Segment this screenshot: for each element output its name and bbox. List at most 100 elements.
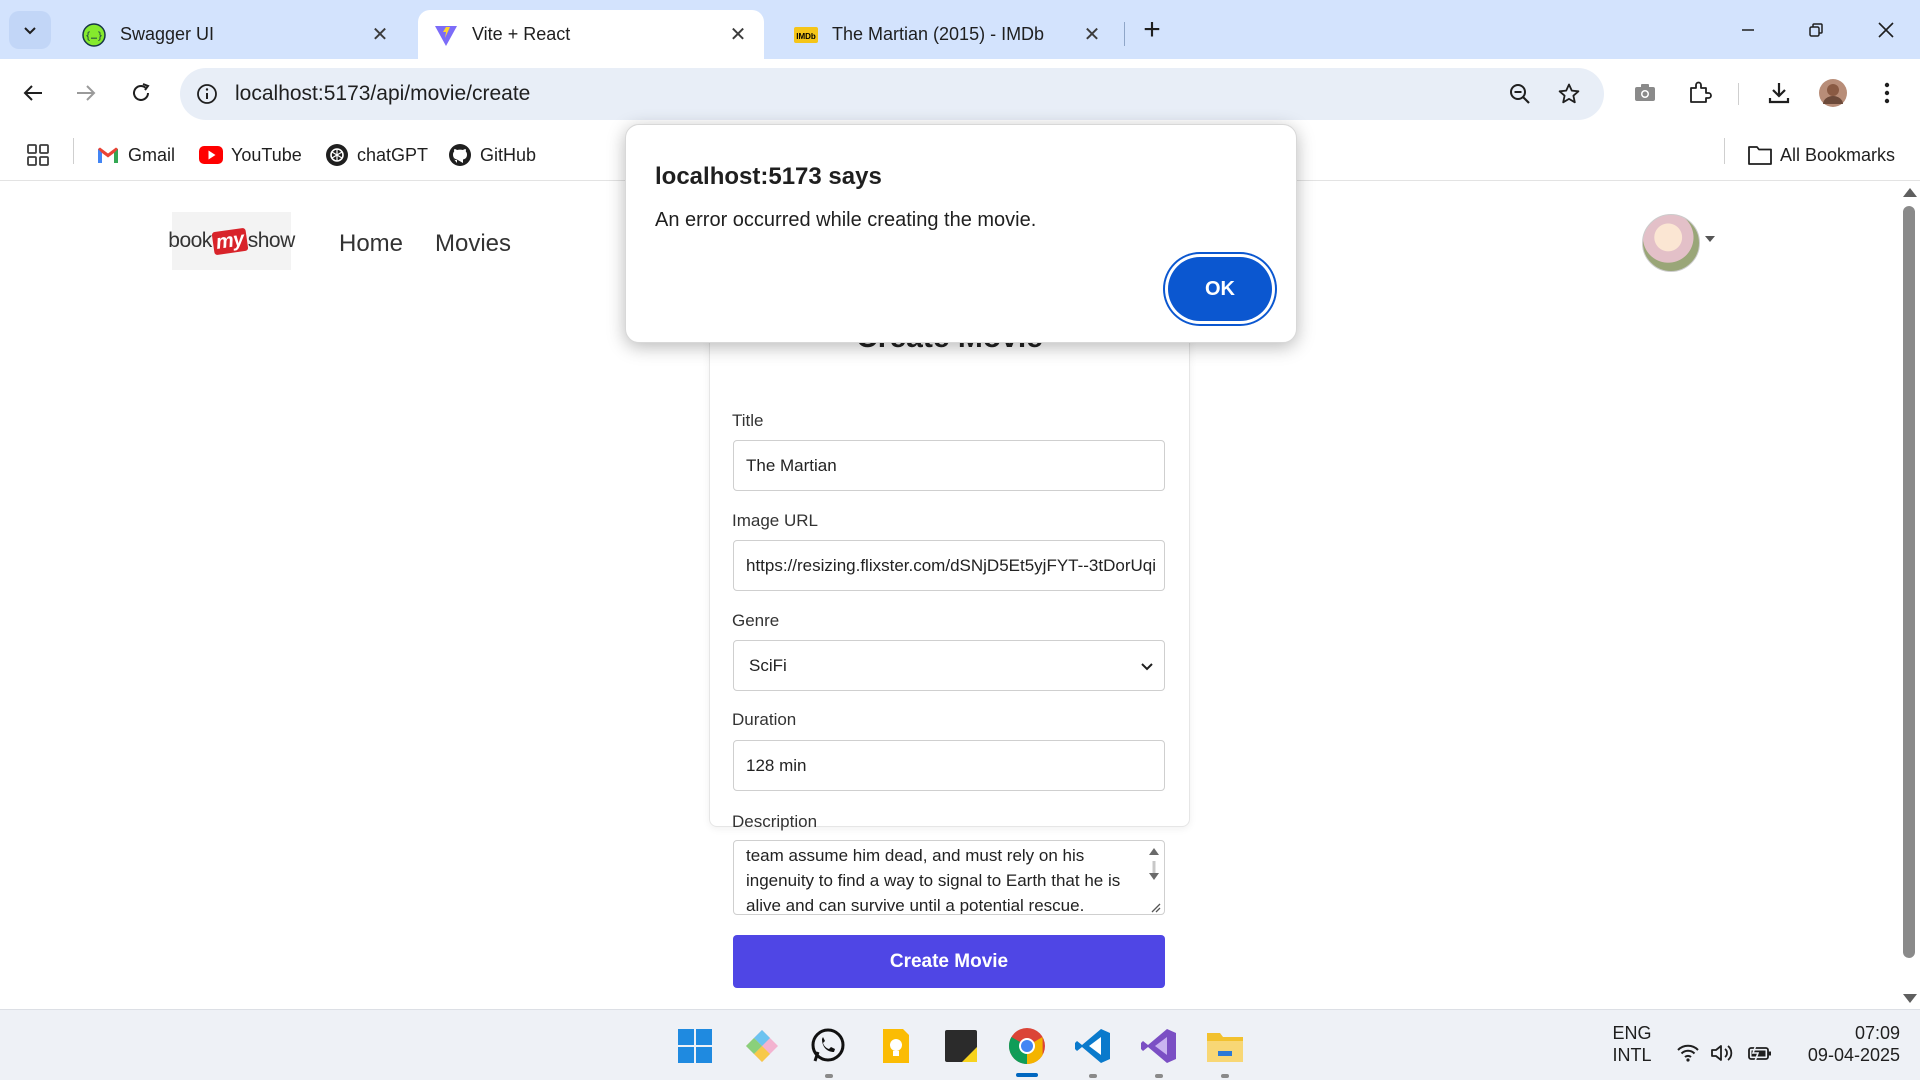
svg-text:IMDb: IMDb bbox=[796, 32, 816, 41]
sticky-notes-icon[interactable] bbox=[941, 1026, 981, 1066]
dialog-title: localhost:5173 says bbox=[655, 163, 882, 190]
clock[interactable]: 07:09 09-04-2025 bbox=[1790, 1022, 1900, 1066]
keyboard-layout: INTL bbox=[1612, 1045, 1652, 1065]
logo-text-book: book bbox=[168, 229, 212, 252]
nav-movies-link[interactable]: Movies bbox=[435, 230, 511, 258]
battery-icon[interactable] bbox=[1747, 1042, 1773, 1064]
running-indicator bbox=[1221, 1074, 1229, 1078]
imdb-icon: IMDb bbox=[794, 23, 818, 47]
language-indicator[interactable]: ENG INTL bbox=[1612, 1022, 1652, 1066]
logo-text-my: my bbox=[211, 227, 249, 255]
user-avatar[interactable] bbox=[1642, 214, 1700, 272]
nav-home-link[interactable]: Home bbox=[339, 230, 403, 258]
description-line: ingenuity to find a way to signal to Ear… bbox=[746, 871, 1121, 890]
bookmark-gmail[interactable]: Gmail bbox=[96, 141, 175, 169]
bookmark-chatgpt[interactable]: chatGPT bbox=[325, 141, 428, 169]
description-textarea[interactable]: team assume him dead, and must rely on h… bbox=[733, 840, 1165, 915]
reload-icon bbox=[133, 83, 150, 101]
duration-input[interactable]: 128 min bbox=[733, 740, 1165, 791]
running-indicator bbox=[1155, 1074, 1163, 1078]
tab-search-button[interactable] bbox=[9, 11, 51, 49]
clock-time: 07:09 bbox=[1854, 1023, 1900, 1043]
wifi-icon[interactable] bbox=[1675, 1042, 1701, 1064]
tab-vite-react[interactable]: Vite + React ✕ bbox=[418, 10, 764, 59]
file-explorer-icon[interactable] bbox=[1205, 1026, 1245, 1066]
vite-icon bbox=[434, 23, 458, 47]
volume-icon[interactable] bbox=[1710, 1042, 1736, 1064]
reload-button[interactable] bbox=[121, 73, 161, 113]
clock-date: 09-04-2025 bbox=[1807, 1045, 1900, 1065]
close-window-button[interactable] bbox=[1868, 14, 1904, 46]
running-indicator bbox=[825, 1074, 833, 1078]
bookmark-label: YouTube bbox=[231, 144, 302, 165]
back-arrow-icon bbox=[23, 85, 42, 101]
create-movie-button[interactable]: Create Movie bbox=[733, 935, 1165, 988]
scroll-down-arrow-icon[interactable] bbox=[1903, 994, 1917, 1003]
kebab-menu-icon[interactable] bbox=[1870, 76, 1904, 110]
windows-taskbar: ENG INTL 07:09 09-04-2025 bbox=[0, 1009, 1920, 1080]
site-logo[interactable]: book my show bbox=[168, 212, 295, 270]
screenshot-icon[interactable] bbox=[1628, 76, 1662, 110]
tab-swagger[interactable]: {…} Swagger UI ✕ bbox=[66, 10, 406, 59]
swagger-icon: {…} bbox=[82, 22, 106, 47]
chevron-down-icon bbox=[24, 27, 36, 35]
new-tab-button[interactable]: + bbox=[1136, 13, 1168, 46]
forward-button[interactable] bbox=[66, 73, 106, 113]
visual-studio-icon[interactable] bbox=[1139, 1026, 1179, 1066]
vscode-icon[interactable] bbox=[1073, 1026, 1113, 1066]
close-tab-icon[interactable]: ✕ bbox=[1080, 23, 1104, 47]
bookmark-separator bbox=[73, 138, 74, 164]
url-text[interactable]: localhost:5173/api/movie/create bbox=[235, 82, 530, 106]
close-tab-icon[interactable]: ✕ bbox=[368, 23, 392, 47]
alert-dialog: localhost:5173 says An error occurred wh… bbox=[625, 124, 1297, 343]
apps-button[interactable] bbox=[26, 141, 58, 169]
all-bookmarks-button[interactable]: All Bookmarks bbox=[1748, 141, 1895, 169]
bookmark-separator bbox=[1724, 138, 1725, 164]
download-icon[interactable] bbox=[1762, 76, 1796, 110]
site-info-icon[interactable] bbox=[194, 81, 220, 107]
chrome-icon[interactable] bbox=[1007, 1026, 1047, 1066]
start-icon[interactable] bbox=[675, 1026, 715, 1066]
scroll-up-arrow-icon[interactable] bbox=[1903, 188, 1917, 197]
restore-button[interactable] bbox=[1798, 14, 1834, 46]
dialog-message: An error occurred while creating the mov… bbox=[655, 209, 1037, 231]
dialog-ok-button[interactable]: OK bbox=[1168, 257, 1272, 321]
svg-text:{…}: {…} bbox=[85, 31, 103, 42]
minimize-button[interactable] bbox=[1730, 14, 1766, 46]
scrollbar-thumb[interactable] bbox=[1903, 206, 1915, 958]
bookmark-label: GitHub bbox=[480, 144, 537, 165]
tab-separator bbox=[1124, 22, 1125, 46]
restore-icon bbox=[1809, 23, 1823, 37]
close-icon bbox=[1878, 22, 1894, 38]
tab-label: Swagger UI bbox=[120, 24, 215, 44]
title-input[interactable]: The Martian bbox=[733, 440, 1165, 491]
bookmark-label: chatGPT bbox=[357, 144, 429, 165]
close-tab-icon[interactable]: ✕ bbox=[726, 23, 750, 47]
address-bar[interactable]: localhost:5173/api/movie/create bbox=[180, 68, 1604, 120]
image-url-input[interactable]: https://resizing.flixster.com/dSNjD5Et5y… bbox=[733, 540, 1165, 591]
tab-label: Vite + React bbox=[472, 24, 571, 44]
running-indicator bbox=[1089, 1074, 1097, 1078]
git-icon[interactable] bbox=[742, 1026, 782, 1066]
caret-down-icon[interactable] bbox=[1705, 236, 1715, 242]
back-button[interactable] bbox=[13, 73, 53, 113]
bookmark-youtube[interactable]: YouTube bbox=[199, 141, 302, 169]
zoom-icon[interactable] bbox=[1506, 80, 1534, 108]
keep-icon[interactable] bbox=[876, 1026, 916, 1066]
tab-imdb[interactable]: IMDb The Martian (2015) - IMDb ✕ bbox=[778, 10, 1118, 59]
bookmark-github[interactable]: GitHub bbox=[448, 141, 536, 169]
genre-select[interactable]: SciFi bbox=[733, 640, 1165, 691]
genre-label: Genre bbox=[732, 611, 780, 630]
whatsapp-icon[interactable] bbox=[808, 1026, 848, 1066]
tab-strip: {…} Swagger UI ✕ Vite + React ✕ IMDb The… bbox=[0, 0, 1920, 59]
chevron-down-icon bbox=[1141, 662, 1153, 670]
tab-label: The Martian (2015) - IMDb bbox=[832, 24, 1045, 44]
gmail-icon bbox=[96, 143, 120, 167]
extensions-icon[interactable] bbox=[1683, 76, 1717, 110]
genre-selected-value: SciFi bbox=[749, 655, 787, 675]
forward-arrow-icon bbox=[77, 85, 96, 101]
description-line: team assume him dead, and must rely on h… bbox=[746, 846, 1085, 865]
profile-avatar[interactable] bbox=[1816, 76, 1850, 110]
bookmark-star-icon[interactable] bbox=[1555, 80, 1583, 108]
resize-handle-icon[interactable] bbox=[1146, 896, 1162, 913]
